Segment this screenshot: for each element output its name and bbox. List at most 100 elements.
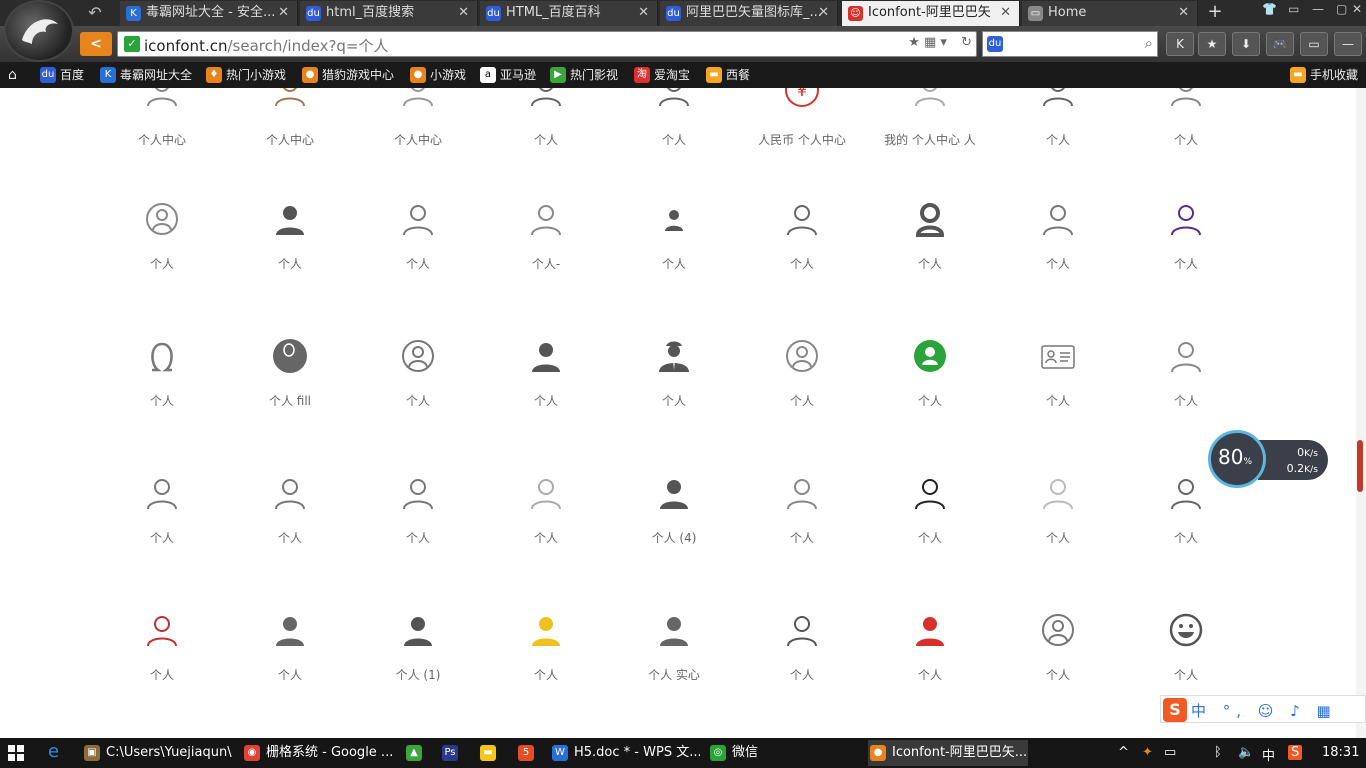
- bookmark-3[interactable]: ♦ 热门小游戏: [206, 66, 286, 84]
- sogou-icon[interactable]: S: [1163, 698, 1187, 722]
- tab-close-icon[interactable]: ✕: [818, 1, 829, 25]
- icon-card[interactable]: 个人-: [482, 175, 610, 312]
- favorites-button[interactable]: ★: [1198, 32, 1226, 56]
- tab-close-icon[interactable]: ✕: [638, 1, 649, 25]
- tab-6[interactable]: ▭ Home ✕: [1022, 1, 1198, 26]
- icon-card[interactable]: 个人中心: [226, 88, 354, 175]
- icon-card[interactable]: 个人: [610, 88, 738, 175]
- bookmark-8[interactable]: 淘爱淘宝: [634, 66, 690, 84]
- edge-icon[interactable]: e: [48, 741, 59, 762]
- icon-card[interactable]: 个人: [994, 312, 1122, 449]
- icon-card[interactable]: 个人: [738, 312, 866, 449]
- close-button[interactable]: ✕: [1352, 2, 1362, 16]
- scrollbar[interactable]: [1356, 88, 1366, 738]
- menu-button[interactable]: —: [1334, 32, 1362, 56]
- back-button[interactable]: <: [80, 32, 112, 56]
- icon-card[interactable]: 个人 (4): [610, 449, 738, 586]
- refresh-icon[interactable]: ↻: [961, 35, 972, 50]
- icon-card[interactable]: 个人 实心: [610, 586, 738, 723]
- browser-logo[interactable]: [4, 0, 74, 62]
- baidu-icon[interactable]: du: [987, 36, 1003, 52]
- icon-card[interactable]: 个人: [866, 586, 994, 723]
- clock[interactable]: 18:31: [1322, 745, 1359, 760]
- icon-card[interactable]: 个人: [98, 312, 226, 449]
- taskbar-item-1[interactable]: ▣ C:\Users\Yuejiaqun\...: [82, 740, 232, 766]
- network-speed-widget[interactable]: 0K/s 0.2K/s 80%: [1208, 430, 1328, 488]
- maximize-button[interactable]: ▢: [1336, 2, 1347, 16]
- icon-card[interactable]: 个人: [738, 175, 866, 312]
- icon-card[interactable]: 个人: [610, 312, 738, 449]
- tab-1[interactable]: K 毒霸网址大全 - 安全... ✕: [120, 1, 298, 26]
- tray-expand-icon[interactable]: ^: [1118, 745, 1129, 760]
- bluetooth-icon[interactable]: ᛒ: [1214, 745, 1222, 760]
- icon-card[interactable]: 个人: [738, 586, 866, 723]
- icon-card[interactable]: 个人: [226, 586, 354, 723]
- icon-card[interactable]: 个人: [98, 449, 226, 586]
- volume-icon[interactable]: 🔈: [1238, 745, 1254, 760]
- game-button[interactable]: 🎮: [1266, 32, 1294, 56]
- bookmark-1[interactable]: du 百度: [40, 66, 84, 84]
- address-bar[interactable]: ✓ iconfont.cn/search/index?q=个人 ★ ▦ ▾ ↻: [117, 31, 977, 57]
- minimize-button[interactable]: —: [1312, 2, 1324, 16]
- new-tab-button[interactable]: +: [1202, 0, 1228, 26]
- icon-card[interactable]: 个人中心: [354, 88, 482, 175]
- taskbar-item-2[interactable]: ◉ 栅格系统 - Google ...: [242, 740, 396, 766]
- tv-button[interactable]: ▭: [1300, 32, 1328, 56]
- undo-close-tab-icon[interactable]: ↶: [80, 2, 110, 24]
- search-box[interactable]: du ⌕: [982, 31, 1158, 57]
- icon-card[interactable]: 个人: [866, 175, 994, 312]
- icon-card[interactable]: 个人: [482, 586, 610, 723]
- bookmark-2[interactable]: K 毒霸网址大全: [100, 66, 192, 84]
- kingsoft-button[interactable]: K: [1166, 32, 1194, 56]
- icon-card[interactable]: 个人: [1122, 312, 1250, 449]
- icon-card[interactable]: 个人: [226, 449, 354, 586]
- icon-card[interactable]: 个人 (1): [354, 586, 482, 723]
- address-text[interactable]: iconfont.cn/search/index?q=个人: [144, 35, 389, 56]
- icon-card[interactable]: 个人: [226, 175, 354, 312]
- tab-3[interactable]: du HTML_百度百科 ✕: [480, 1, 658, 26]
- bookmark-7[interactable]: ▶ 热门影视: [550, 66, 618, 84]
- icon-card[interactable]: 个人: [866, 449, 994, 586]
- sogou-tray-icon[interactable]: S: [1288, 745, 1303, 760]
- icon-card[interactable]: 个人: [738, 449, 866, 586]
- bookmark-4[interactable]: ● 猎豹游戏中心: [302, 66, 394, 84]
- icon-card[interactable]: 个人: [866, 312, 994, 449]
- tab-close-icon[interactable]: ✕: [278, 1, 289, 25]
- download-button[interactable]: ⬇: [1232, 32, 1260, 56]
- taskbar-item-3[interactable]: ▲: [404, 740, 434, 766]
- icon-card[interactable]: 个人: [354, 175, 482, 312]
- icon-card[interactable]: 个人: [98, 586, 226, 723]
- icon-card[interactable]: 我的 个人中心 人: [866, 88, 994, 175]
- windows-start-icon[interactable]: [8, 745, 24, 761]
- bookmark-9[interactable]: ▬ 西餐: [706, 66, 750, 84]
- tray-app-icon[interactable]: ✦: [1142, 745, 1153, 760]
- search-icon[interactable]: ⌕: [1145, 34, 1153, 52]
- tab-close-icon[interactable]: ✕: [1178, 1, 1189, 25]
- skin-icon[interactable]: 👕: [1262, 2, 1277, 16]
- icon-card[interactable]: 个人: [994, 175, 1122, 312]
- tab-close-icon[interactable]: ✕: [1000, 1, 1011, 25]
- star-icon[interactable]: ★: [908, 35, 920, 50]
- icon-card[interactable]: ¥ 人民币 个人中心: [738, 88, 866, 175]
- input-lang[interactable]: 中: [1262, 745, 1275, 764]
- taskbar-item-6[interactable]: 5: [516, 740, 546, 766]
- icon-card[interactable]: 个人: [994, 88, 1122, 175]
- dropdown-icon[interactable]: ▾: [940, 35, 947, 50]
- icon-card[interactable]: 个人: [98, 175, 226, 312]
- taskbar-item-4[interactable]: Ps: [440, 740, 470, 766]
- icon-card[interactable]: 个人: [1122, 175, 1250, 312]
- icon-card[interactable]: 个人: [482, 312, 610, 449]
- icon-card[interactable]: 个人: [994, 449, 1122, 586]
- icon-card[interactable]: 个人中心: [98, 88, 226, 175]
- home-icon[interactable]: ⌂: [8, 66, 17, 84]
- taskbar-item-5[interactable]: ▬: [478, 740, 508, 766]
- bookmark-5[interactable]: ● 小游戏: [410, 66, 466, 84]
- tab-5[interactable]: ☺ Iconfont-阿里巴巴矢 ✕: [842, 1, 1020, 26]
- taskbar-item-7[interactable]: W H5.doc * - WPS 文...: [550, 740, 700, 766]
- tab-close-icon[interactable]: ✕: [458, 1, 469, 25]
- qr-icon[interactable]: ▦: [924, 35, 936, 50]
- icon-card[interactable]: 个人 fill: [226, 312, 354, 449]
- scrollbar-thumb[interactable]: [1357, 440, 1363, 492]
- icon-card[interactable]: 个人: [994, 586, 1122, 723]
- icon-card[interactable]: 个人: [1122, 88, 1250, 175]
